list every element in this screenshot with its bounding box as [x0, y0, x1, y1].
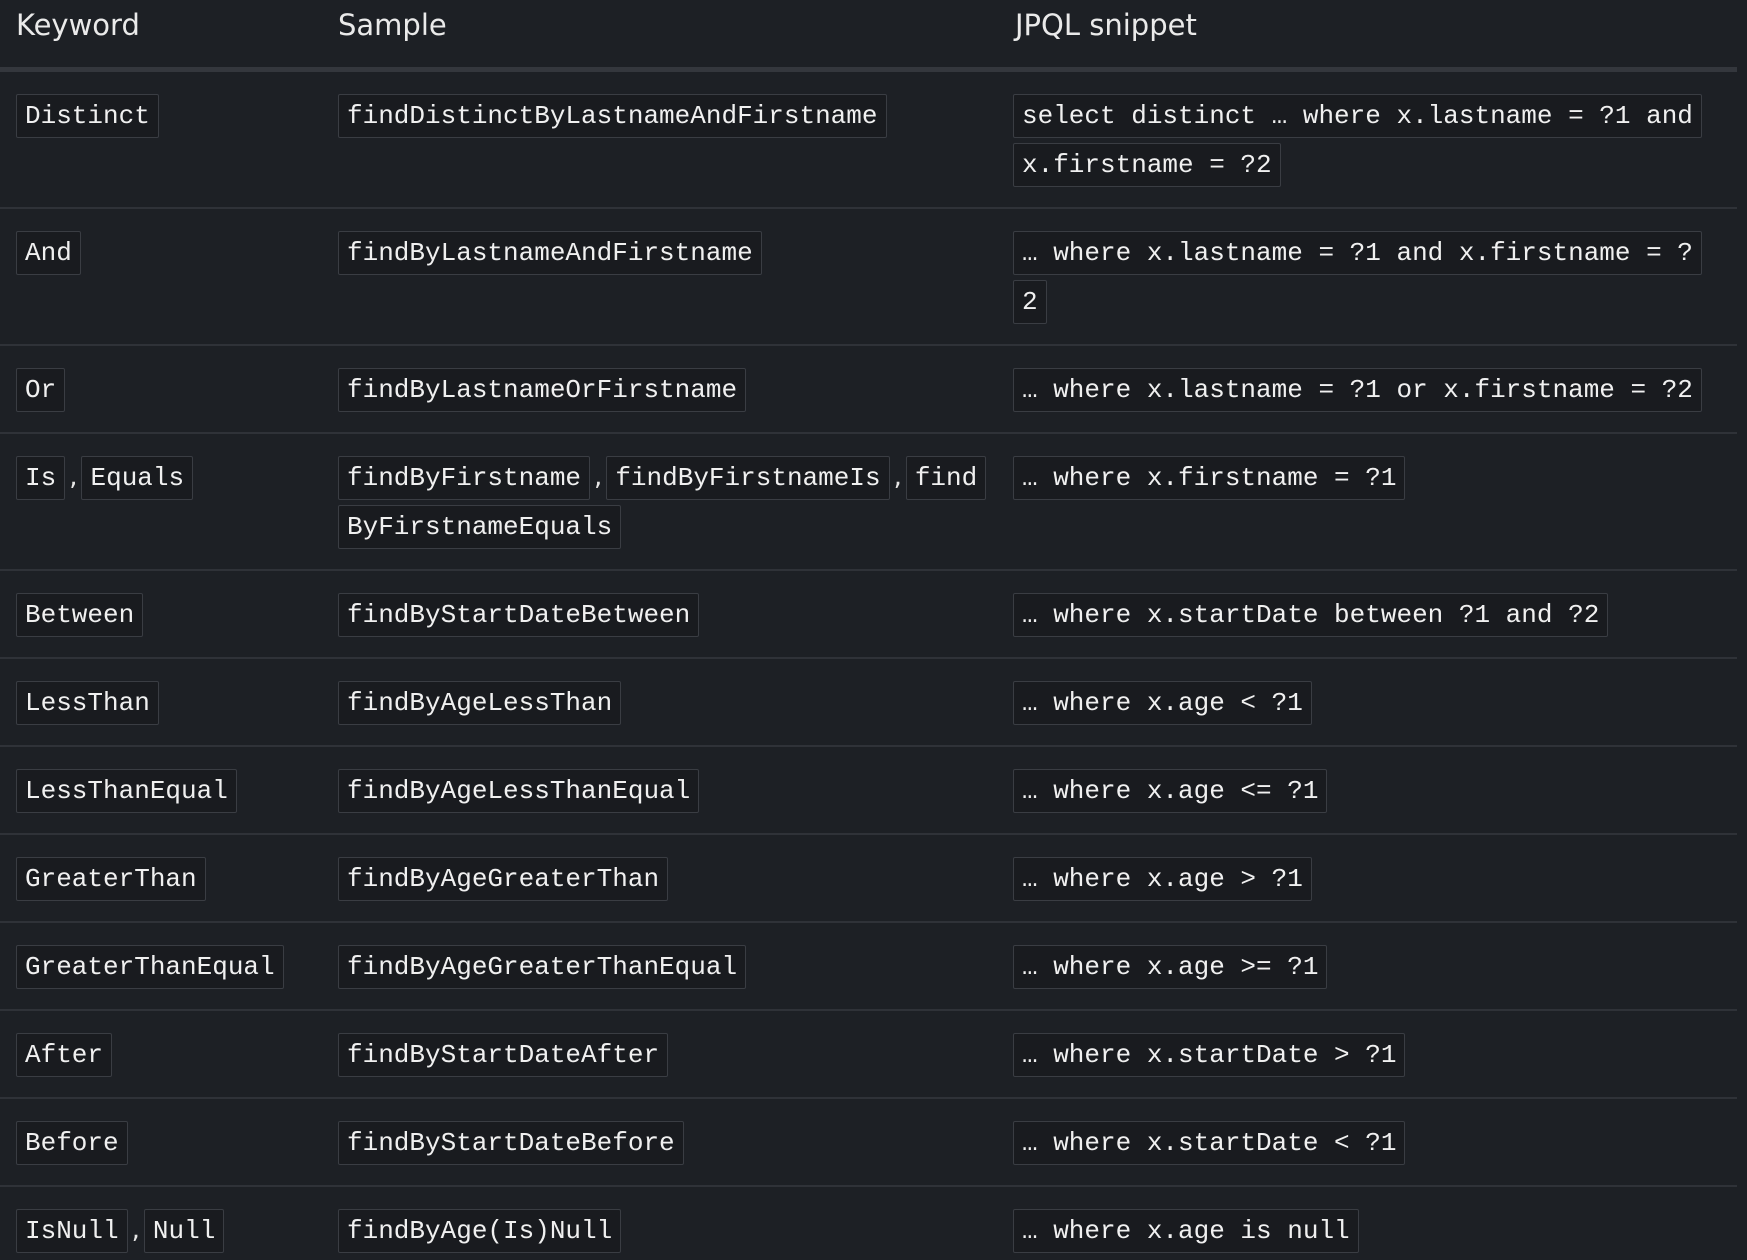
sample-cell: findByStartDateBefore [322, 1099, 995, 1185]
header-sample: Sample [338, 7, 447, 42]
sample-method-code: findByFirstname [338, 456, 591, 500]
jpql-cell: … where x.startDate > ?1 [995, 1011, 1737, 1097]
table-header: Keyword Sample JPQL snippet [0, 0, 1737, 72]
sample-cell: findByAgeGreaterThanEqual [322, 923, 995, 1009]
sample-cell: findByStartDateBetween [322, 571, 995, 657]
jpql-snippet-code: … where x.lastname = ?1 or x.firstname =… [1013, 368, 1702, 412]
sample-method-code: findByAgeLessThanEqual [338, 769, 700, 813]
jpql-cell: … where x.age > ?1 [995, 835, 1737, 921]
keyword-table: Keyword Sample JPQL snippet Distinct find… [0, 0, 1737, 1260]
sample-method-code: findByStartDateBefore [338, 1121, 684, 1165]
sample-method-code: findByAgeLessThan [338, 681, 622, 725]
keyword-cell: IsNull, Null [0, 1187, 322, 1260]
keyword-cell: After [0, 1011, 322, 1097]
table-row: Or findByLastnameOrFirstname … where x.las… [0, 346, 1737, 434]
jpql-cell: … where x.age is null [995, 1187, 1737, 1260]
separator-comma: , [594, 462, 603, 492]
sample-method-code: findByStartDateBetween [338, 593, 700, 637]
separator-comma: , [893, 462, 902, 492]
jpql-cell: … where x.startDate between ?1 and ?2 [995, 571, 1737, 657]
jpql-snippet-code: … where x.age < ?1 [1013, 681, 1312, 725]
sample-cell: findByAge(Is)Null [322, 1187, 995, 1260]
keyword-cell: GreaterThanEqual [0, 923, 322, 1009]
table-row: Is, Equals findByFirstname, findByFirstname… [0, 434, 1737, 571]
jpql-snippet-code: … where x.startDate < ?1 [1013, 1121, 1406, 1165]
jpql-snippet-code: … where x.age >= ?1 [1013, 945, 1328, 989]
sample-method-code: findByStartDateAfter [338, 1033, 669, 1077]
keyword-code: Or [16, 368, 66, 412]
table-row: Before findByStartDateBefore … where x.sta… [0, 1099, 1737, 1187]
keyword-code: Null [143, 1209, 225, 1253]
sample-cell: findByLastnameOrFirstname [322, 346, 995, 432]
sample-method-code: findDistinctByLastnameAndFirstname [338, 94, 887, 138]
keyword-code: IsNull [16, 1209, 128, 1253]
keyword-cell: Or [0, 346, 322, 432]
keyword-cell: And [0, 209, 322, 295]
keyword-cell: Distinct [0, 72, 322, 158]
keyword-cell: Before [0, 1099, 322, 1185]
sample-cell: findByFirstname, findByFirstnameIs, findBy… [322, 434, 995, 569]
jpql-cell: … where x.age < ?1 [995, 659, 1737, 745]
table-row: Distinct findDistinctByLastnameAndFirstna… [0, 72, 1737, 209]
keyword-code: LessThanEqual [16, 769, 237, 813]
sample-method-code: findByAgeGreaterThanEqual [338, 945, 747, 989]
table-row: LessThan findByAgeLessThan … where x.age <… [0, 659, 1737, 747]
table-row: Between findByStartDateBetween … where x.s… [0, 571, 1737, 659]
sample-cell: findDistinctByLastnameAndFirstname [322, 72, 995, 158]
table-row: And findByLastnameAndFirstname … where x.l… [0, 209, 1737, 346]
sample-cell: findByAgeGreaterThan [322, 835, 995, 921]
jpql-cell: … where x.startDate < ?1 [995, 1099, 1737, 1185]
jpql-snippet-code: … where x.age > ?1 [1013, 857, 1312, 901]
jpql-snippet-code: … where x.age <= ?1 [1013, 769, 1328, 813]
sample-method-code: findByAgeGreaterThan [338, 857, 669, 901]
sample-method-code: findByAge(Is)Null [338, 1209, 622, 1253]
sample-cell: findByStartDateAfter [322, 1011, 995, 1097]
keyword-cell: GreaterThan [0, 835, 322, 921]
jpql-snippet-code: … where x.startDate between ?1 and ?2 [1013, 593, 1609, 637]
keyword-code: LessThan [16, 681, 159, 725]
jpql-snippet-code: … where x.age is null [1013, 1209, 1359, 1253]
table-row: GreaterThanEqual findByAgeGreaterThanEqua… [0, 923, 1737, 1011]
keyword-code: Before [16, 1121, 128, 1165]
sample-method-code: findByFirstnameIs [606, 456, 890, 500]
jpql-cell: … where x.lastname = ?1 or x.firstname =… [995, 346, 1737, 432]
table-row: GreaterThan findByAgeGreaterThan … where x… [0, 835, 1737, 923]
keyword-code: After [16, 1033, 113, 1077]
keyword-code: And [16, 231, 81, 275]
table-body: Distinct findDistinctByLastnameAndFirstna… [0, 72, 1737, 1260]
jpql-cell: … where x.lastname = ?1 and x.firstname … [995, 209, 1737, 344]
separator-comma: , [131, 1215, 140, 1245]
keyword-cell: Between [0, 571, 322, 657]
keyword-code: Is [16, 456, 66, 500]
sample-cell: findByAgeLessThanEqual [322, 747, 995, 833]
keyword-cell: LessThanEqual [0, 747, 322, 833]
keyword-code: Equals [81, 456, 194, 500]
jpql-snippet-code: … where x.firstname = ?1 [1013, 456, 1406, 500]
sample-method-code: findByLastnameAndFirstname [338, 231, 762, 275]
keyword-code: Between [16, 593, 144, 637]
jpql-cell: … where x.age >= ?1 [995, 923, 1737, 1009]
keyword-code: Distinct [16, 94, 159, 138]
keyword-code: GreaterThan [16, 857, 206, 901]
sample-cell: findByLastnameAndFirstname [322, 209, 995, 295]
table-row: After findByStartDateAfter … where x.start… [0, 1011, 1737, 1099]
sample-cell: findByAgeLessThan [322, 659, 995, 745]
jpql-cell: … where x.age <= ?1 [995, 747, 1737, 833]
header-keyword: Keyword [16, 7, 140, 42]
separator-comma: , [69, 462, 78, 492]
jpql-snippet-code: … where x.lastname = ?1 and x.firstname … [1013, 231, 1702, 324]
table-row: IsNull, Null findByAge(Is)Null … where x.ag… [0, 1187, 1737, 1260]
keyword-cell: LessThan [0, 659, 322, 745]
jpql-snippet-code: select distinct … where x.lastname = ?1 … [1013, 94, 1702, 187]
header-jpql: JPQL snippet [1015, 7, 1197, 42]
jpql-snippet-code: … where x.startDate > ?1 [1013, 1033, 1406, 1077]
keyword-code: GreaterThanEqual [16, 945, 284, 989]
table-row: LessThanEqual findByAgeLessThanEqual … whe… [0, 747, 1737, 835]
jpql-cell: select distinct … where x.lastname = ?1 … [995, 72, 1737, 207]
jpql-cell: … where x.firstname = ?1 [995, 434, 1737, 520]
keyword-cell: Is, Equals [0, 434, 322, 520]
sample-method-code: findByLastnameOrFirstname [338, 368, 747, 412]
